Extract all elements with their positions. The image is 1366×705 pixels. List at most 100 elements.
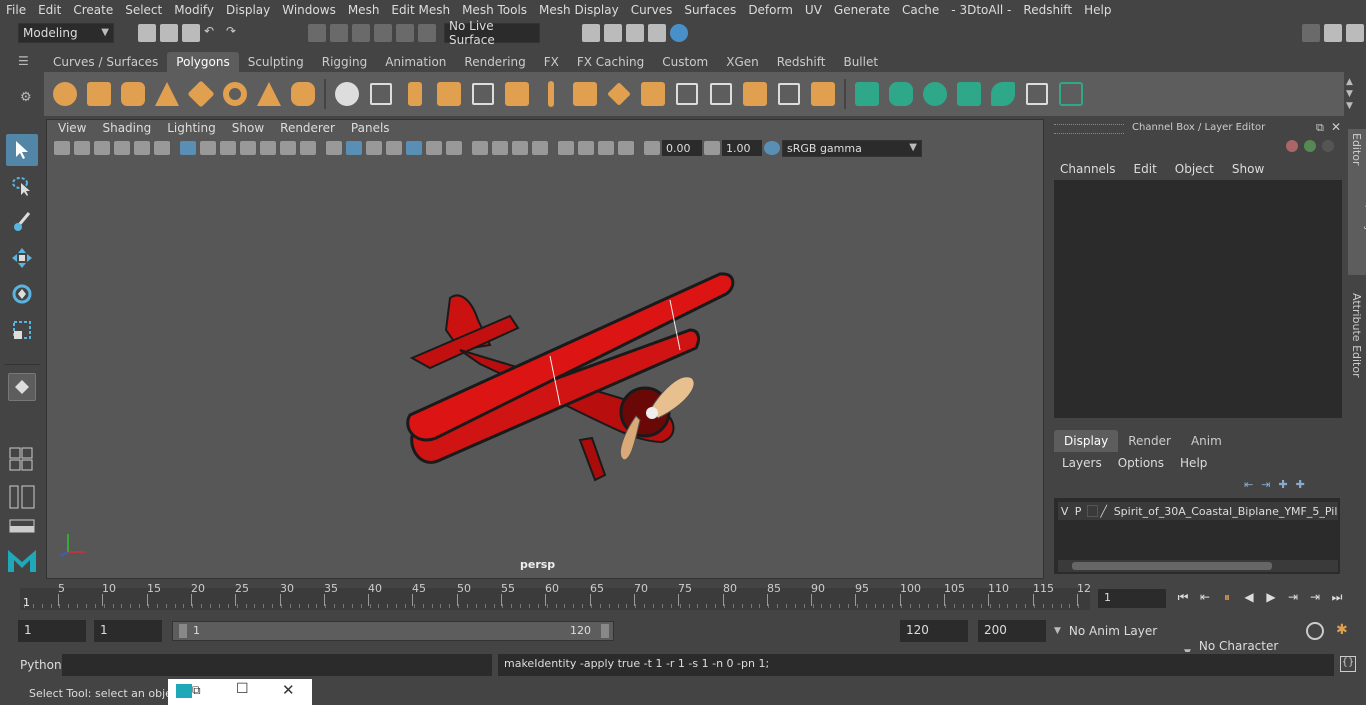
- layer-tab-display[interactable]: Display: [1054, 430, 1119, 452]
- viewport-menu-renderer[interactable]: Renderer: [272, 121, 343, 137]
- uv-cylindrical-icon[interactable]: [887, 80, 915, 108]
- anim-layer-dropdown[interactable]: ▼ No Anim Layer: [1050, 620, 1176, 642]
- uv-spherical-icon[interactable]: [921, 80, 949, 108]
- combine-icon[interactable]: [333, 80, 361, 108]
- uv-checker-icon[interactable]: [1023, 80, 1051, 108]
- resolution-gate-icon[interactable]: [220, 141, 236, 155]
- uv-layout-icon[interactable]: [1057, 80, 1085, 108]
- play-forward-icon[interactable]: ▶: [1261, 588, 1281, 606]
- step-back-frame-icon[interactable]: ⏸: [1217, 588, 1237, 606]
- uv-unfold-icon[interactable]: [989, 80, 1017, 108]
- new-scene-icon[interactable]: [138, 24, 156, 42]
- open-scene-icon[interactable]: [160, 24, 178, 42]
- auto-key-icon[interactable]: [1306, 622, 1324, 640]
- extract-icon[interactable]: [469, 80, 497, 108]
- layer-tab-anim[interactable]: Anim: [1181, 430, 1232, 452]
- uv-planar-icon[interactable]: [853, 80, 881, 108]
- bridge-icon[interactable]: [639, 80, 667, 108]
- anim-prefs-icon[interactable]: ✱: [1336, 622, 1354, 640]
- camera-select-icon[interactable]: [54, 141, 70, 155]
- step-forward-key-icon[interactable]: ⇥: [1283, 588, 1303, 606]
- float-panel-icon[interactable]: ⧉: [1316, 121, 1324, 135]
- fill-hole-icon[interactable]: [809, 80, 837, 108]
- select-tool-icon[interactable]: [6, 134, 38, 166]
- menu-redshift[interactable]: Redshift: [1017, 3, 1078, 17]
- workspace-icon[interactable]: [1302, 24, 1320, 42]
- menu-mesh-display[interactable]: Mesh Display: [533, 3, 625, 17]
- poly-cone-icon[interactable]: [153, 80, 181, 108]
- mirror-icon[interactable]: [401, 80, 429, 108]
- tab-animation[interactable]: Animation: [376, 52, 455, 72]
- restore-window-icon[interactable]: ⧉: [192, 683, 201, 698]
- tab-sculpting[interactable]: Sculpting: [239, 52, 313, 72]
- close-panel-icon[interactable]: ✕: [1331, 120, 1341, 134]
- tab-curves-surfaces[interactable]: Curves / Surfaces: [44, 52, 167, 72]
- move-layer-down-icon[interactable]: ⇥: [1261, 478, 1270, 491]
- go-to-end-icon[interactable]: ⏭: [1327, 588, 1347, 606]
- menu-edit[interactable]: Edit: [32, 3, 67, 17]
- layer-hscroll[interactable]: [1058, 560, 1338, 572]
- script-editor-icon[interactable]: {}: [1340, 656, 1356, 672]
- menu-help[interactable]: Help: [1078, 3, 1117, 17]
- speed-icon[interactable]: [1304, 140, 1316, 152]
- layer-row[interactable]: V P ╱ Spirit_of_30A_Coastal_Biplane_YMF_…: [1058, 502, 1338, 520]
- shelf-scroll-icon[interactable]: ▲ ▼ ▼: [1346, 76, 1358, 112]
- menu-deform[interactable]: Deform: [742, 3, 799, 17]
- layer-menu-help[interactable]: Help: [1180, 456, 1207, 470]
- smooth-shade-icon[interactable]: [346, 141, 362, 155]
- film-gate-icon[interactable]: [200, 141, 216, 155]
- rotate-tool-icon[interactable]: [6, 278, 38, 310]
- snap-curve-icon[interactable]: [330, 24, 348, 42]
- move-tool-icon[interactable]: [6, 242, 38, 274]
- menu-file[interactable]: File: [0, 3, 32, 17]
- ipr-render-icon[interactable]: [626, 24, 644, 42]
- channel-menu-show[interactable]: Show: [1232, 162, 1264, 176]
- menu-windows[interactable]: Windows: [276, 3, 342, 17]
- exposure-icon[interactable]: [644, 141, 660, 155]
- toggle-channelbox-icon[interactable]: [1346, 24, 1364, 42]
- grease-pencil-icon[interactable]: [154, 141, 170, 155]
- channel-list[interactable]: [1054, 180, 1342, 418]
- wireframe-on-shaded-icon[interactable]: [386, 141, 402, 155]
- layout-four-icon[interactable]: [8, 446, 36, 474]
- current-frame-field[interactable]: 1: [1098, 589, 1166, 608]
- tab-channel-box[interactable]: Channel Box / Layer Editor: [1348, 129, 1366, 275]
- camera-attr-icon[interactable]: [74, 141, 90, 155]
- tab-fx[interactable]: FX: [535, 52, 568, 72]
- depth-of-field-icon[interactable]: [618, 141, 634, 155]
- range-start-handle[interactable]: [179, 624, 187, 638]
- layer-menu-options[interactable]: Options: [1118, 456, 1164, 470]
- isolate-select-icon[interactable]: [532, 141, 548, 155]
- menu-modify[interactable]: Modify: [168, 3, 220, 17]
- toggle-sidebar-icon[interactable]: [1324, 24, 1342, 42]
- screen-space-ao-icon[interactable]: [558, 141, 574, 155]
- tab-attribute-editor[interactable]: Attribute Editor: [1348, 289, 1365, 382]
- close-window-icon[interactable]: ✕: [282, 681, 295, 699]
- layer-color-icon[interactable]: ╱: [1100, 505, 1113, 518]
- separate-icon[interactable]: [367, 80, 395, 108]
- channel-menu-object[interactable]: Object: [1175, 162, 1214, 176]
- menu-3dtoall[interactable]: - 3DtoAll -: [945, 3, 1017, 17]
- image-plane-icon[interactable]: [114, 141, 130, 155]
- snap-grid-icon[interactable]: [308, 24, 326, 42]
- render-settings-icon[interactable]: [648, 24, 666, 42]
- layer-menu-layers[interactable]: Layers: [1062, 456, 1102, 470]
- extrude-icon[interactable]: [571, 80, 599, 108]
- layer-visibility[interactable]: V: [1058, 505, 1071, 518]
- menu-surfaces[interactable]: Surfaces: [678, 3, 742, 17]
- snap-vertex-icon[interactable]: [418, 24, 436, 42]
- layout-outliner-icon[interactable]: [8, 484, 36, 510]
- range-end-handle[interactable]: [601, 624, 609, 638]
- layout-single-icon[interactable]: [8, 373, 36, 401]
- shadows-icon[interactable]: [446, 141, 462, 155]
- textured-icon[interactable]: [406, 141, 422, 155]
- poly-torus-icon[interactable]: [221, 80, 249, 108]
- menu-display[interactable]: Display: [220, 3, 276, 17]
- go-to-start-icon[interactable]: ⏮: [1173, 588, 1193, 606]
- shelf-settings-icon[interactable]: ⚙: [20, 90, 36, 106]
- multicut-icon[interactable]: [537, 80, 565, 108]
- 2d-pan-icon[interactable]: [134, 141, 150, 155]
- xray-icon[interactable]: [472, 141, 488, 155]
- minimized-window[interactable]: ⧉ ☐ ✕: [168, 679, 312, 705]
- offset-loop-icon[interactable]: [707, 80, 735, 108]
